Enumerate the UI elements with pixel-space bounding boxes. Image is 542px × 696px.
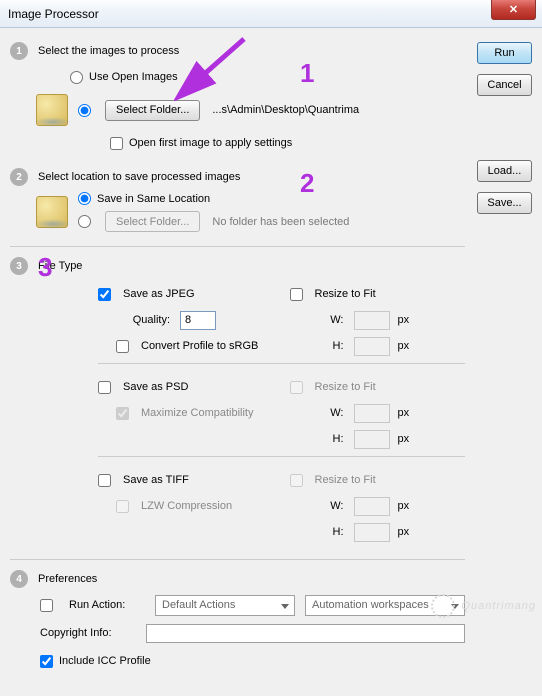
save-as-psd-checkbox[interactable] bbox=[98, 381, 111, 394]
divider bbox=[10, 246, 465, 247]
step-badge-3: 3 bbox=[10, 257, 28, 275]
include-icc-label: Include ICC Profile bbox=[59, 655, 151, 667]
psd-height-input bbox=[354, 430, 390, 449]
save-same-location-radio[interactable] bbox=[78, 192, 91, 205]
tiff-width-input bbox=[354, 497, 390, 516]
quality-label: Quality: bbox=[116, 314, 170, 326]
px-label: px bbox=[398, 407, 410, 419]
close-icon: ✕ bbox=[509, 3, 518, 16]
psd-resize-label: Resize to Fit bbox=[315, 381, 376, 393]
convert-srgb-checkbox[interactable] bbox=[116, 340, 129, 353]
step-badge-4: 4 bbox=[10, 570, 28, 588]
save-as-tiff-label: Save as TIFF bbox=[123, 474, 189, 486]
psd-w-label: W: bbox=[290, 407, 344, 419]
divider bbox=[98, 363, 465, 364]
convert-srgb-label: Convert Profile to sRGB bbox=[141, 340, 258, 352]
step-badge-2: 2 bbox=[10, 168, 28, 186]
px-label: px bbox=[398, 340, 410, 352]
section-4-title: Preferences bbox=[38, 573, 97, 585]
section-save-location: 2 Select location to save processed imag… bbox=[10, 168, 465, 232]
use-open-images-radio[interactable] bbox=[70, 71, 83, 84]
psd-resize-checkbox bbox=[290, 381, 303, 394]
jpeg-w-label: W: bbox=[290, 314, 344, 326]
step-badge-1: 1 bbox=[10, 42, 28, 60]
px-label: px bbox=[398, 500, 410, 512]
max-compat-label: Maximize Compatibility bbox=[141, 407, 253, 419]
section-preferences: 4 Preferences Run Action: Default Action… bbox=[10, 570, 465, 672]
jpeg-width-input bbox=[354, 311, 390, 330]
psd-width-input bbox=[354, 404, 390, 423]
tiff-resize-checkbox bbox=[290, 474, 303, 487]
use-open-images-label: Use Open Images bbox=[89, 71, 178, 83]
px-label: px bbox=[398, 526, 410, 538]
folder-icon bbox=[36, 94, 68, 126]
source-path-text: ...s\Admin\Desktop\Quantrima bbox=[212, 104, 359, 116]
close-button[interactable]: ✕ bbox=[491, 0, 536, 20]
divider bbox=[98, 456, 465, 457]
run-action-checkbox[interactable] bbox=[40, 599, 53, 612]
section-select-images: 1 Select the images to process Use Open … bbox=[10, 42, 465, 154]
section-file-type: 3 File Type Save as JPEG Resize to Fit Q… bbox=[10, 257, 465, 545]
tiff-h-label: H: bbox=[290, 526, 344, 538]
save-as-tiff-checkbox[interactable] bbox=[98, 474, 111, 487]
copyright-label: Copyright Info: bbox=[40, 627, 136, 639]
lzw-label: LZW Compression bbox=[141, 500, 232, 512]
divider bbox=[10, 559, 465, 560]
section-1-title: Select the images to process bbox=[38, 45, 179, 57]
open-first-image-checkbox[interactable] bbox=[110, 137, 123, 150]
cancel-button[interactable]: Cancel bbox=[477, 74, 532, 96]
load-button[interactable]: Load... bbox=[477, 160, 532, 182]
titlebar: Image Processor ✕ bbox=[0, 0, 542, 28]
watermark: Quantrimang bbox=[431, 594, 536, 618]
save-same-location-label: Save in Same Location bbox=[97, 193, 210, 205]
include-icc-checkbox[interactable] bbox=[40, 655, 53, 668]
max-compat-checkbox bbox=[116, 407, 129, 420]
quality-input[interactable] bbox=[180, 311, 216, 330]
tiff-resize-label: Resize to Fit bbox=[315, 474, 376, 486]
jpeg-h-label: H: bbox=[290, 340, 344, 352]
tiff-w-label: W: bbox=[290, 500, 344, 512]
copyright-input[interactable] bbox=[146, 624, 465, 643]
lzw-checkbox bbox=[116, 500, 129, 513]
save-as-jpeg-checkbox[interactable] bbox=[98, 288, 111, 301]
no-folder-text: No folder has been selected bbox=[212, 216, 349, 228]
jpeg-resize-label: Resize to Fit bbox=[315, 288, 376, 300]
section-2-title: Select location to save processed images bbox=[38, 171, 240, 183]
select-folder-button-2: Select Folder... bbox=[105, 211, 200, 232]
run-action-label: Run Action: bbox=[69, 599, 145, 611]
select-folder-radio[interactable] bbox=[78, 104, 91, 117]
tiff-height-input bbox=[354, 523, 390, 542]
run-button[interactable]: Run bbox=[477, 42, 532, 64]
folder-icon bbox=[36, 196, 68, 228]
annotation-3: 3 bbox=[38, 252, 52, 283]
save-as-psd-label: Save as PSD bbox=[123, 381, 188, 393]
action-set-select[interactable]: Default Actions bbox=[155, 595, 295, 616]
window-title: Image Processor bbox=[8, 7, 99, 21]
psd-h-label: H: bbox=[290, 433, 344, 445]
jpeg-height-input bbox=[354, 337, 390, 356]
save-select-folder-radio[interactable] bbox=[78, 215, 91, 228]
jpeg-resize-checkbox[interactable] bbox=[290, 288, 303, 301]
save-as-jpeg-label: Save as JPEG bbox=[123, 288, 195, 300]
save-button[interactable]: Save... bbox=[477, 192, 532, 214]
annotation-2: 2 bbox=[300, 168, 314, 199]
annotation-1: 1 bbox=[300, 58, 314, 89]
watermark-icon bbox=[431, 594, 455, 618]
px-label: px bbox=[398, 314, 410, 326]
px-label: px bbox=[398, 433, 410, 445]
open-first-image-label: Open first image to apply settings bbox=[129, 137, 292, 149]
select-folder-button-1[interactable]: Select Folder... bbox=[105, 100, 200, 121]
